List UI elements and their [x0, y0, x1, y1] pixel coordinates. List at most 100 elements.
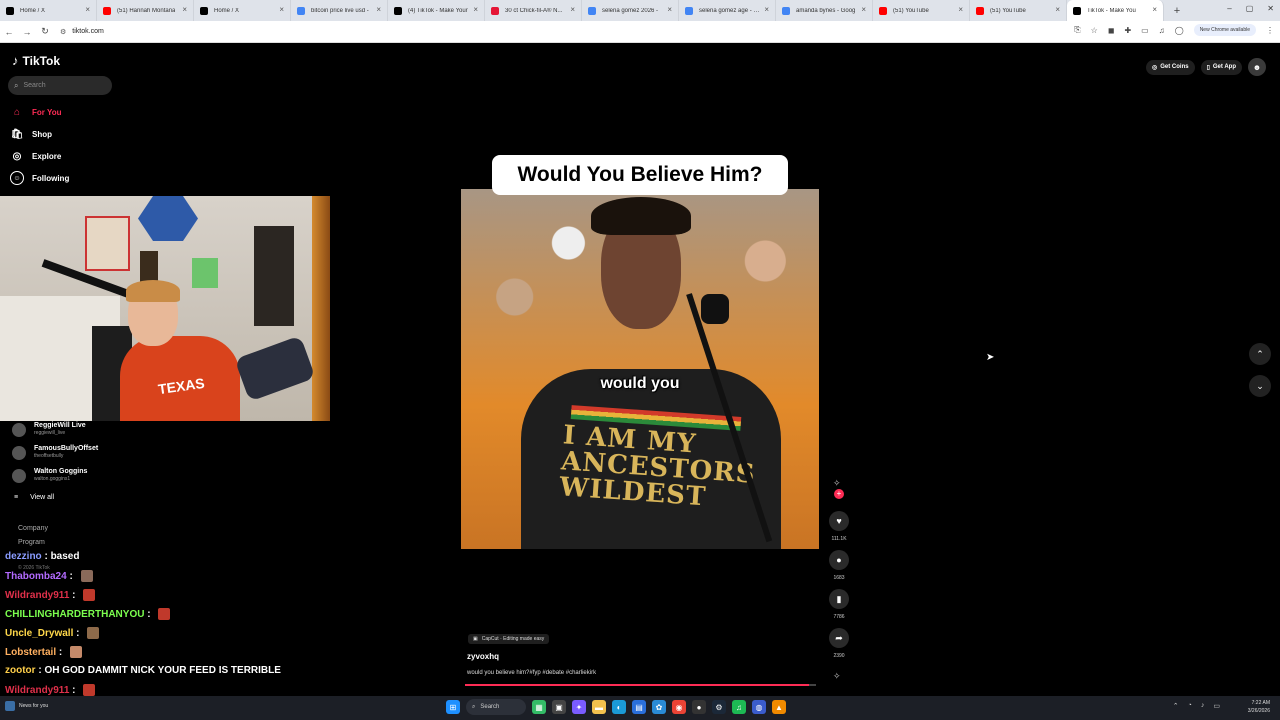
- forward-icon[interactable]: →: [18, 27, 36, 37]
- spotify-icon[interactable]: ♫: [732, 700, 746, 714]
- previous-video-button[interactable]: ⌃: [1249, 343, 1271, 365]
- follow-plus-button[interactable]: +: [834, 489, 844, 499]
- like-button[interactable]: ♥ 111.1K: [829, 511, 849, 542]
- following-account[interactable]: FamousBullyOffset theoffsetbully: [12, 445, 98, 460]
- browser-tab[interactable]: Home / X ×: [194, 0, 291, 21]
- user-avatar[interactable]: ☻: [1248, 58, 1266, 76]
- tab-close-icon[interactable]: ×: [861, 5, 866, 14]
- clock[interactable]: 7:22 AM 3/26/2026: [1248, 699, 1270, 715]
- video-player[interactable]: I AM MY ANCESTORS WILDEST would you: [461, 189, 819, 549]
- save-button[interactable]: ▮ 7786: [829, 589, 849, 620]
- obs-icon[interactable]: ●: [692, 700, 706, 714]
- taskbar-search[interactable]: ⌕ Search: [466, 699, 526, 715]
- video-progress-bar[interactable]: [465, 684, 816, 686]
- footer-link-program[interactable]: Program: [18, 539, 45, 546]
- nav-for-you[interactable]: ⌂ For You: [10, 105, 62, 119]
- reload-icon[interactable]: ↻: [36, 26, 54, 37]
- chat-separator: :: [144, 608, 154, 620]
- frog-poster: [192, 258, 218, 288]
- tab-close-icon[interactable]: ×: [764, 5, 769, 14]
- minimize-icon[interactable]: –: [1227, 4, 1231, 13]
- taskbar-search-label: Search: [480, 704, 500, 710]
- extensions-puzzle-icon[interactable]: ✚: [1124, 26, 1131, 35]
- chat-username: Wildrandy911: [5, 589, 70, 601]
- system-tray[interactable]: ⌃ ◔ ♪ ▭: [1173, 702, 1220, 710]
- browser-tab[interactable]: (51) Hannah Montana ×: [97, 0, 194, 21]
- search-input[interactable]: ⌕ Search: [8, 76, 112, 95]
- task-view-icon[interactable]: ▣: [552, 700, 566, 714]
- share-button[interactable]: ➦ 2390: [829, 628, 849, 659]
- get-coins-button[interactable]: ◎ Get Coins: [1145, 59, 1195, 75]
- video-author[interactable]: zyvoxhq: [467, 652, 499, 661]
- browser-tab[interactable]: (4) TikTok - Make Your ×: [388, 0, 485, 21]
- photos-icon[interactable]: ✿: [652, 700, 666, 714]
- view-all-label: View all: [30, 494, 55, 501]
- tab-close-icon[interactable]: ×: [279, 5, 284, 14]
- browser-tab[interactable]: (51) YouTube ×: [970, 0, 1067, 21]
- capcut-tag[interactable]: ▣ CapCut · Editing made easy: [468, 634, 550, 644]
- new-tab-button[interactable]: +: [1170, 5, 1184, 17]
- tab-title: (4) TikTok - Make Your: [408, 7, 468, 14]
- close-window-icon[interactable]: ✕: [1267, 4, 1274, 13]
- url-field[interactable]: ⚙ tiktok.com: [60, 24, 1040, 40]
- widgets-icon[interactable]: ▦: [532, 700, 546, 714]
- menu-icon[interactable]: ⋮: [1266, 26, 1274, 35]
- tab-close-icon[interactable]: ×: [1152, 5, 1157, 14]
- browser-tab[interactable]: bitcoin price live usd - ×: [291, 0, 388, 21]
- tab-close-icon[interactable]: ×: [182, 5, 187, 14]
- maximize-icon[interactable]: ▢: [1246, 4, 1254, 13]
- browser-tab[interactable]: selena gomez 2026 - ×: [582, 0, 679, 21]
- nav-shop[interactable]: 🛍 Shop: [10, 127, 52, 141]
- tab-close-icon[interactable]: ×: [667, 5, 672, 14]
- chrome-icon[interactable]: ◉: [672, 700, 686, 714]
- start-icon[interactable]: ⊞: [446, 700, 460, 714]
- next-video-button[interactable]: ⌄: [1249, 375, 1271, 397]
- site-info-icon[interactable]: ⚙: [60, 28, 66, 36]
- steam-icon[interactable]: ⚙: [712, 700, 726, 714]
- tab-close-icon[interactable]: ×: [570, 5, 575, 14]
- browser-tab[interactable]: amanda bynes - Goog ×: [776, 0, 873, 21]
- news-widget[interactable]: News for you: [5, 701, 48, 711]
- copilot-icon[interactable]: ✦: [572, 700, 586, 714]
- chat-username: zootor: [5, 665, 36, 676]
- following-account[interactable]: Walton Goggins walton.goggins1: [12, 468, 87, 483]
- view-all-button[interactable]: ≡ View all: [14, 494, 54, 501]
- chat-message: dezzino : based: [5, 551, 79, 562]
- edge-icon[interactable]: ◐: [612, 700, 626, 714]
- nav-explore[interactable]: ◎ Explore: [10, 149, 62, 163]
- media-controls-icon[interactable]: ♫: [1159, 26, 1165, 35]
- store-icon[interactable]: ▤: [632, 700, 646, 714]
- browser-tab[interactable]: selena gomez age - Go ×: [679, 0, 776, 21]
- tab-close-icon[interactable]: ×: [1055, 5, 1060, 14]
- speaker-hair: [591, 197, 691, 235]
- following-account[interactable]: ReggieWill Live reggiewill_live: [12, 422, 86, 437]
- side-panel-icon[interactable]: ▭: [1141, 26, 1149, 35]
- back-icon[interactable]: ←: [0, 27, 18, 37]
- tab-close-icon[interactable]: ×: [85, 5, 90, 14]
- browser-tab[interactable]: TikTok - Make You ×: [1067, 0, 1164, 21]
- comment-button[interactable]: ● 1683: [829, 550, 849, 581]
- extension-icon[interactable]: ◼: [1108, 26, 1115, 35]
- install-icon[interactable]: ⎘: [1074, 25, 1080, 35]
- video-description: would you believe him?#fyp #debate #char…: [467, 670, 597, 676]
- tab-close-icon[interactable]: ×: [473, 5, 478, 14]
- app-icon[interactable]: ◍: [752, 700, 766, 714]
- profile-icon[interactable]: ◯: [1175, 26, 1184, 35]
- tab-close-icon[interactable]: ×: [958, 5, 963, 14]
- list-icon: ≡: [14, 494, 19, 501]
- search-placeholder: Search: [23, 82, 46, 89]
- update-chrome-button[interactable]: New Chrome available: [1193, 24, 1256, 36]
- get-app-button[interactable]: ▯ Get App: [1200, 59, 1242, 75]
- tab-title: Home / X: [20, 7, 46, 14]
- tiktok-logo[interactable]: ♪ TikTok: [12, 53, 60, 68]
- browser-tab[interactable]: 30 ct Chick-fil-A® N... ×: [485, 0, 582, 21]
- nav-following[interactable]: ☺ Following: [10, 171, 69, 185]
- bookmark-star-icon[interactable]: ☆: [1091, 26, 1098, 35]
- browser-tab[interactable]: Home / X ×: [0, 0, 97, 21]
- tab-close-icon[interactable]: ×: [376, 5, 381, 14]
- vlc-icon[interactable]: ▲: [772, 700, 786, 714]
- file-explorer-icon[interactable]: ▬: [592, 700, 606, 714]
- footer-link-company[interactable]: Company: [18, 525, 48, 532]
- widget-label: News for you: [19, 703, 49, 709]
- browser-tab[interactable]: (51) YouTube ×: [873, 0, 970, 21]
